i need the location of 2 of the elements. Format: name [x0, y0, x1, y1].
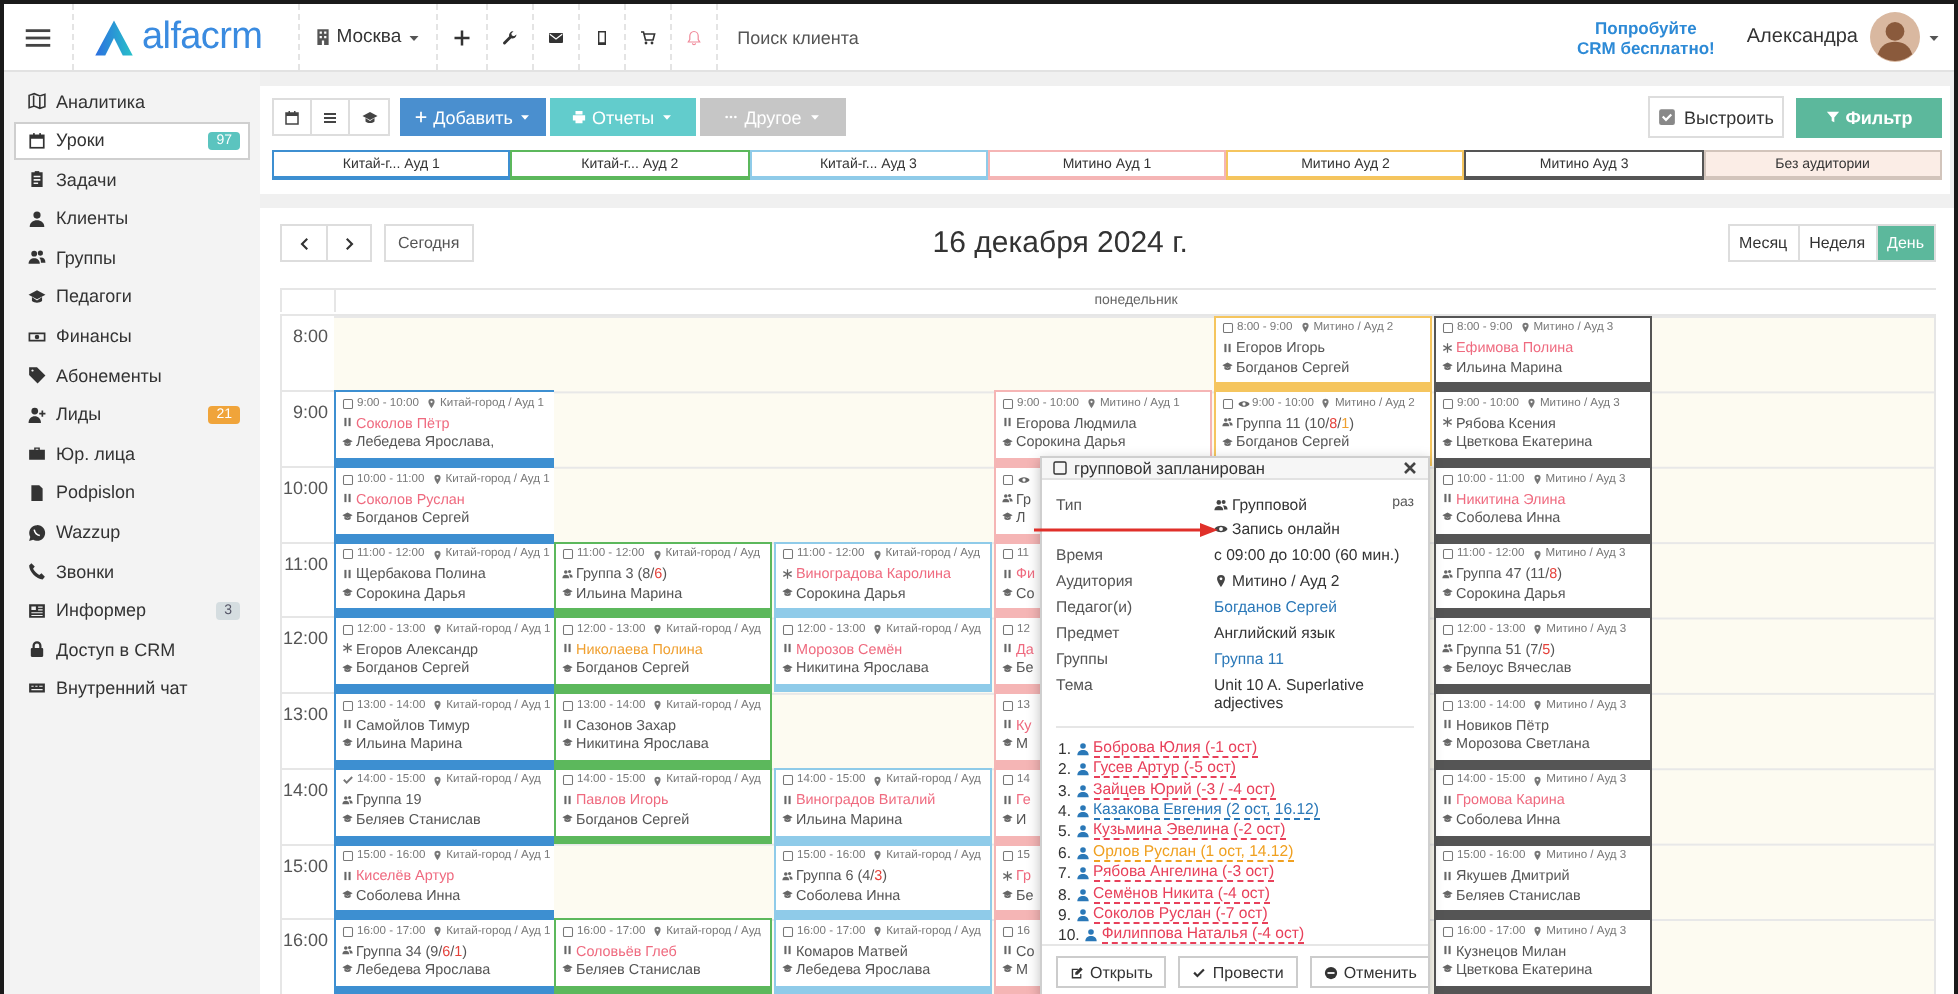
date-title: 16 декабря 2024 г. — [930, 226, 1190, 260]
hour-label: 8:00 — [290, 323, 330, 350]
